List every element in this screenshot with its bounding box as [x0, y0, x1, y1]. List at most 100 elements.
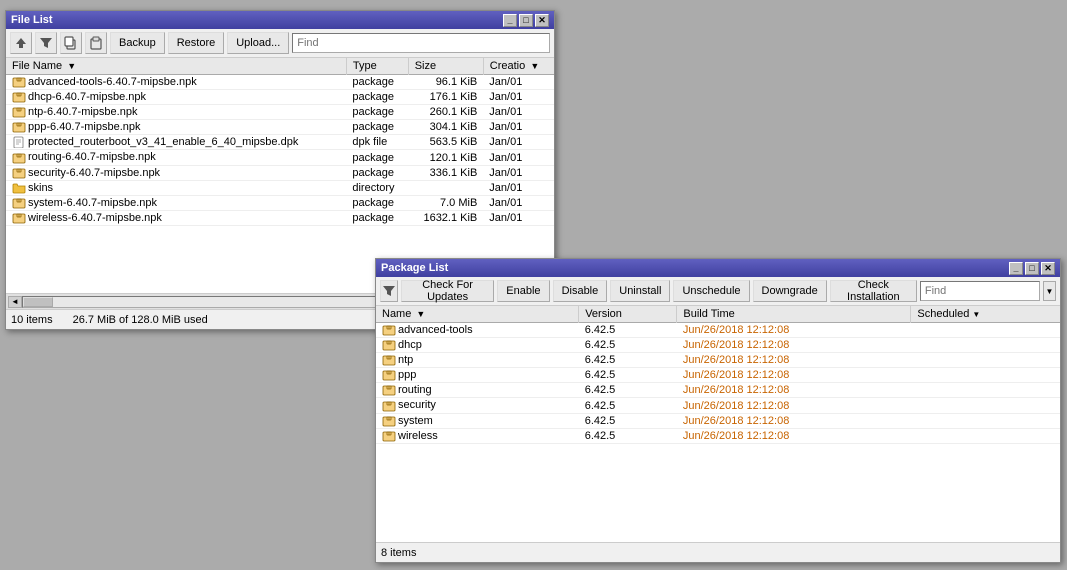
table-row[interactable]: routing 6.42.5 Jun/26/2018 12:12:08	[376, 383, 1060, 398]
pkg-version-cell: 6.42.5	[579, 368, 677, 383]
pkg-list-toolbar: Check For Updates Enable Disable Uninsta…	[376, 277, 1060, 306]
scroll-left-button[interactable]: ◄	[8, 296, 22, 308]
package-icon	[382, 384, 396, 396]
col-creation[interactable]: Creatio ▼	[483, 58, 554, 75]
table-row[interactable]: advanced-tools 6.42.5 Jun/26/2018 12:12:…	[376, 323, 1060, 338]
pkg-minimize-button[interactable]: _	[1009, 262, 1023, 275]
file-size-cell: 260.1 KiB	[408, 105, 483, 120]
file-name-cell: skins	[6, 180, 346, 195]
package-icon	[382, 400, 396, 412]
file-size-cell: 304.1 KiB	[408, 120, 483, 135]
table-row[interactable]: ntp-6.40.7-mipsbe.npk package 260.1 KiB …	[6, 105, 554, 120]
pkg-version-cell: 6.42.5	[579, 323, 677, 338]
package-icon	[382, 339, 396, 351]
file-list-table: File Name ▼ Type Size Creatio ▼ advanced…	[6, 58, 554, 226]
table-row[interactable]: advanced-tools-6.40.7-mipsbe.npk package…	[6, 75, 554, 90]
backup-button[interactable]: Backup	[110, 32, 165, 54]
pkg-list-body: advanced-tools 6.42.5 Jun/26/2018 12:12:…	[376, 323, 1060, 444]
col-size[interactable]: Size	[408, 58, 483, 75]
file-size-cell	[408, 180, 483, 195]
pkg-buildtime-cell: Jun/26/2018 12:12:08	[677, 368, 911, 383]
navigate-up-button[interactable]	[10, 32, 32, 54]
pkg-filter-button[interactable]	[380, 280, 398, 302]
file-name-cell: ppp-6.40.7-mipsbe.npk	[6, 120, 346, 135]
table-row[interactable]: system 6.42.5 Jun/26/2018 12:12:08	[376, 413, 1060, 428]
table-row[interactable]: routing-6.40.7-mipsbe.npk package 120.1 …	[6, 150, 554, 165]
copy-button[interactable]	[60, 32, 82, 54]
pkg-name-cell: advanced-tools	[376, 323, 579, 338]
pkg-version-cell: 6.42.5	[579, 398, 677, 413]
pkg-filter-icon	[382, 284, 396, 298]
pkg-col-scheduled[interactable]: Scheduled ▼	[911, 306, 1060, 323]
check-updates-button[interactable]: Check For Updates	[401, 280, 494, 302]
scrollbar-thumb[interactable]	[23, 297, 53, 307]
pkg-col-buildtime[interactable]: Build Time	[677, 306, 911, 323]
pkg-buildtime-cell: Jun/26/2018 12:12:08	[677, 323, 911, 338]
package-icon	[12, 106, 26, 118]
file-name-cell: ntp-6.40.7-mipsbe.npk	[6, 105, 346, 120]
file-type-cell: directory	[346, 180, 408, 195]
file-name-cell: routing-6.40.7-mipsbe.npk	[6, 150, 346, 165]
file-date-cell: Jan/01	[483, 120, 554, 135]
pkg-name-cell: wireless	[376, 428, 579, 443]
pkg-search-dropdown[interactable]: ▼	[1043, 281, 1056, 301]
table-row[interactable]: security 6.42.5 Jun/26/2018 12:12:08	[376, 398, 1060, 413]
package-icon	[382, 369, 396, 381]
pkg-buildtime-cell: Jun/26/2018 12:12:08	[677, 353, 911, 368]
upload-button[interactable]: Upload...	[227, 32, 289, 54]
file-type-cell: package	[346, 120, 408, 135]
minimize-button[interactable]: _	[503, 14, 517, 27]
pkg-scheduled-cell	[911, 368, 1060, 383]
disable-button[interactable]: Disable	[553, 280, 608, 302]
file-size-cell: 120.1 KiB	[408, 150, 483, 165]
table-row[interactable]: dhcp 6.42.5 Jun/26/2018 12:12:08	[376, 338, 1060, 353]
table-row[interactable]: ntp 6.42.5 Jun/26/2018 12:12:08	[376, 353, 1060, 368]
table-row[interactable]: system-6.40.7-mipsbe.npk package 7.0 MiB…	[6, 195, 554, 210]
filter-button[interactable]	[35, 32, 57, 54]
file-list-toolbar: Backup Restore Upload...	[6, 29, 554, 58]
file-count: 10 items	[11, 314, 53, 326]
uninstall-button[interactable]: Uninstall	[610, 280, 670, 302]
paste-button[interactable]	[85, 32, 107, 54]
col-type[interactable]: Type	[346, 58, 408, 75]
package-icon	[382, 324, 396, 336]
file-name-cell: security-6.40.7-mipsbe.npk	[6, 165, 346, 180]
table-row[interactable]: protected_routerboot_v3_41_enable_6_40_m…	[6, 135, 554, 150]
pkg-name-cell: system	[376, 413, 579, 428]
restore-button[interactable]: Restore	[168, 32, 225, 54]
pkg-buildtime-cell: Jun/26/2018 12:12:08	[677, 383, 911, 398]
pkg-name-cell: ntp	[376, 353, 579, 368]
pkg-maximize-button[interactable]: □	[1025, 262, 1039, 275]
pkg-search-input[interactable]	[920, 281, 1040, 301]
file-type-cell: package	[346, 150, 408, 165]
close-button[interactable]: ✕	[535, 14, 549, 27]
table-row[interactable]: security-6.40.7-mipsbe.npk package 336.1…	[6, 165, 554, 180]
maximize-button[interactable]: □	[519, 14, 533, 27]
enable-button[interactable]: Enable	[497, 280, 549, 302]
file-date-cell: Jan/01	[483, 135, 554, 150]
pkg-col-version[interactable]: Version	[579, 306, 677, 323]
package-icon	[12, 91, 26, 103]
file-type-cell: package	[346, 165, 408, 180]
pkg-close-button[interactable]: ✕	[1041, 262, 1055, 275]
table-row[interactable]: ppp 6.42.5 Jun/26/2018 12:12:08	[376, 368, 1060, 383]
col-filename[interactable]: File Name ▼	[6, 58, 346, 75]
file-size-cell: 96.1 KiB	[408, 75, 483, 90]
pkg-scheduled-cell	[911, 428, 1060, 443]
table-row[interactable]: wireless-6.40.7-mipsbe.npk package 1632.…	[6, 210, 554, 225]
check-installation-button[interactable]: Check Installation	[830, 280, 917, 302]
pkg-count: 8 items	[381, 547, 416, 559]
pkg-col-name[interactable]: Name ▼	[376, 306, 579, 323]
file-date-cell: Jan/01	[483, 105, 554, 120]
unschedule-button[interactable]: Unschedule	[673, 280, 749, 302]
file-search-input[interactable]	[292, 33, 550, 53]
table-row[interactable]: wireless 6.42.5 Jun/26/2018 12:12:08	[376, 428, 1060, 443]
up-icon	[14, 36, 28, 50]
package-icon	[12, 121, 26, 133]
pkg-version-cell: 6.42.5	[579, 338, 677, 353]
table-row[interactable]: ppp-6.40.7-mipsbe.npk package 304.1 KiB …	[6, 120, 554, 135]
file-type-cell: package	[346, 75, 408, 90]
downgrade-button[interactable]: Downgrade	[753, 280, 827, 302]
table-row[interactable]: skins directory Jan/01	[6, 180, 554, 195]
table-row[interactable]: dhcp-6.40.7-mipsbe.npk package 176.1 KiB…	[6, 90, 554, 105]
